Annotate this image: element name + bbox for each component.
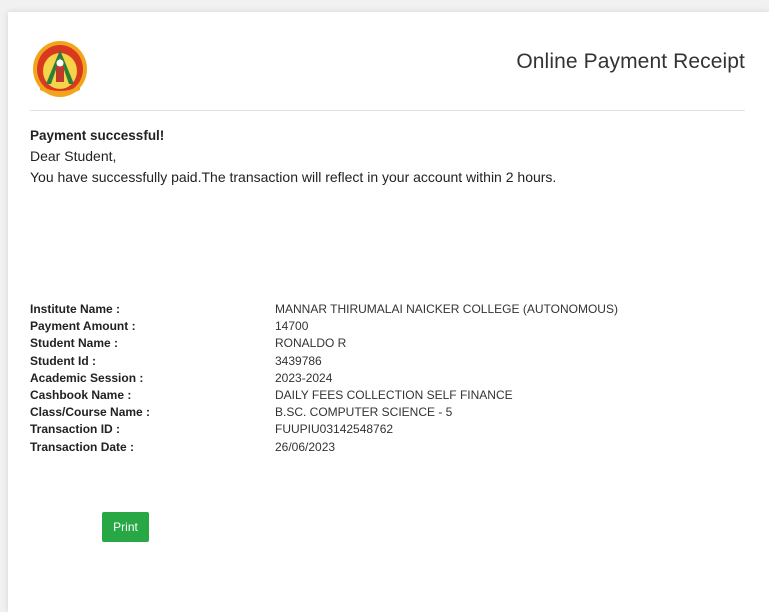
detail-row-transaction-id: Transaction ID : FUUPIU03142548762 bbox=[30, 421, 618, 438]
detail-value: 3439786 bbox=[275, 353, 322, 368]
detail-label: Student Name : bbox=[30, 336, 119, 351]
greeting-text: Dear Student, bbox=[30, 148, 117, 164]
detail-value: FUUPIU03142548762 bbox=[275, 422, 394, 437]
detail-label: Payment Amount : bbox=[30, 319, 136, 334]
detail-row-student-name: Student Name : RONALDO R bbox=[30, 335, 618, 352]
page-title: Online Payment Receipt bbox=[516, 50, 745, 73]
detail-value: DAILY FEES COLLECTION SELF FINANCE bbox=[275, 388, 513, 403]
detail-row-student-id: Student Id : 3439786 bbox=[30, 353, 618, 370]
detail-label: Academic Session : bbox=[30, 370, 144, 385]
detail-value: RONALDO R bbox=[275, 336, 347, 351]
detail-row-cashbook: Cashbook Name : DAILY FEES COLLECTION SE… bbox=[30, 387, 618, 404]
detail-value: 2023-2024 bbox=[275, 370, 333, 385]
detail-value: MANNAR THIRUMALAI NAICKER COLLEGE (AUTON… bbox=[275, 302, 618, 316]
print-button[interactable]: Print bbox=[102, 512, 149, 542]
detail-row-amount: Payment Amount : 14700 bbox=[30, 318, 618, 335]
college-emblem-icon bbox=[33, 41, 87, 97]
payment-status: Payment successful! bbox=[30, 128, 165, 143]
detail-label: Transaction ID : bbox=[30, 422, 121, 437]
payment-message: Payment successful! Dear Student, You ha… bbox=[30, 125, 556, 188]
detail-value: B.SC. COMPUTER SCIENCE - 5 bbox=[275, 405, 453, 420]
receipt-card: Online Payment Receipt Payment successfu… bbox=[8, 12, 769, 612]
detail-row-transaction-date: Transaction Date : 26/06/2023 bbox=[30, 439, 618, 456]
detail-label: Institute Name : bbox=[30, 302, 121, 316]
detail-label: Student Id : bbox=[30, 353, 96, 368]
header-divider bbox=[30, 110, 745, 111]
detail-label: Cashbook Name : bbox=[30, 388, 132, 403]
receipt-details: Institute Name : MANNAR THIRUMALAI NAICK… bbox=[30, 301, 618, 456]
detail-label: Class/Course Name : bbox=[30, 405, 151, 420]
detail-value: 14700 bbox=[275, 319, 309, 334]
detail-label: Transaction Date : bbox=[30, 439, 135, 454]
detail-row-course: Class/Course Name : B.SC. COMPUTER SCIEN… bbox=[30, 404, 618, 421]
detail-row-session: Academic Session : 2023-2024 bbox=[30, 370, 618, 387]
confirmation-text: You have successfully paid.The transacti… bbox=[30, 169, 557, 185]
detail-value: 26/06/2023 bbox=[275, 439, 336, 454]
detail-row-institute: Institute Name : MANNAR THIRUMALAI NAICK… bbox=[30, 301, 618, 318]
